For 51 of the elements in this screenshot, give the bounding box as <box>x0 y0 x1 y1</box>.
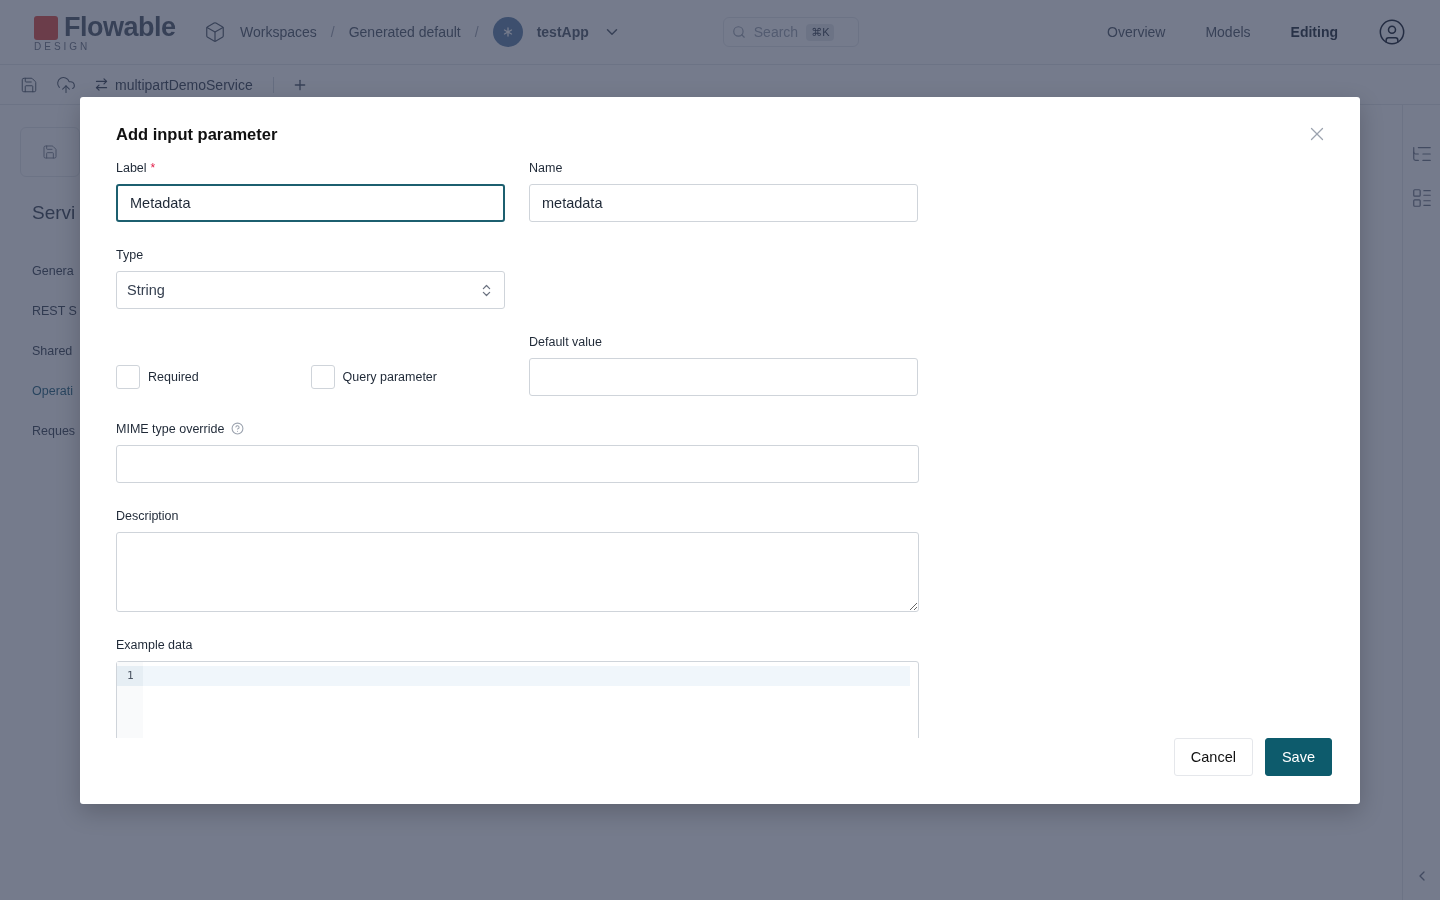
breadcrumb-link[interactable]: Generated default <box>348 24 461 40</box>
swap-arrows-icon <box>94 77 109 92</box>
label-input[interactable]: Metadata <box>116 184 505 222</box>
type-select[interactable]: String <box>116 271 505 309</box>
user-icon[interactable] <box>1378 18 1406 46</box>
field-label: Label <box>116 160 147 175</box>
help-icon[interactable] <box>231 422 245 435</box>
nav-tab[interactable]: Editing <box>1290 24 1338 40</box>
dialog-title: Add input parameter <box>116 124 278 144</box>
mime-type-input[interactable] <box>116 445 919 483</box>
checkbox[interactable] <box>116 365 140 389</box>
field-label: Type <box>116 247 144 262</box>
description-textarea[interactable] <box>116 532 919 612</box>
cancel-button[interactable]: Cancel <box>1173 738 1253 776</box>
breadcrumb-separator: / <box>330 24 335 40</box>
checkbox[interactable] <box>310 365 335 389</box>
field-label: Description <box>116 508 179 523</box>
model-tab[interactable]: multipartDemoService <box>94 76 274 93</box>
nav-tab[interactable]: Models <box>1205 24 1251 40</box>
checkbox-label: Required <box>148 370 199 384</box>
breadcrumb-separator: / <box>474 24 479 40</box>
logo-icon <box>34 15 58 40</box>
save-button[interactable]: Save <box>1264 738 1332 776</box>
save-icon <box>42 144 58 160</box>
sidebar-item[interactable]: Reques <box>32 424 76 438</box>
field-label: Default value <box>529 334 602 349</box>
field-label: Name <box>529 160 563 175</box>
logo-text: Flowable <box>64 12 176 42</box>
breadcrumb-link[interactable]: testApp <box>536 24 589 40</box>
sidebar-item[interactable]: Operati <box>32 384 73 398</box>
cloud-upload-icon[interactable] <box>56 74 76 95</box>
required-mark: * <box>150 160 156 175</box>
line-number: 1 <box>117 666 143 686</box>
save-icon[interactable] <box>20 75 38 94</box>
shortcut-hint: ⌘K <box>806 23 835 41</box>
breadcrumb-link[interactable]: Workspaces <box>240 24 317 40</box>
app-avatar-icon <box>492 17 523 47</box>
section-title: Servi <box>32 202 76 224</box>
nav-tab[interactable]: Overview <box>1107 24 1166 40</box>
default-value-input[interactable] <box>529 358 918 396</box>
checkbox-label: Query parameter <box>342 370 437 384</box>
code-editor[interactable]: 1 <box>116 661 919 738</box>
cube-icon <box>204 21 226 43</box>
field-label: Example data <box>116 637 193 652</box>
layout-icon[interactable] <box>1410 187 1433 209</box>
name-input[interactable]: metadata <box>529 184 918 222</box>
sidebar-item[interactable]: REST S <box>32 304 77 318</box>
sidebar-item[interactable]: Genera <box>32 264 74 278</box>
sidebar-item[interactable]: Shared <box>32 344 73 358</box>
search-icon <box>731 25 746 39</box>
field-label: MIME type override <box>116 421 225 436</box>
